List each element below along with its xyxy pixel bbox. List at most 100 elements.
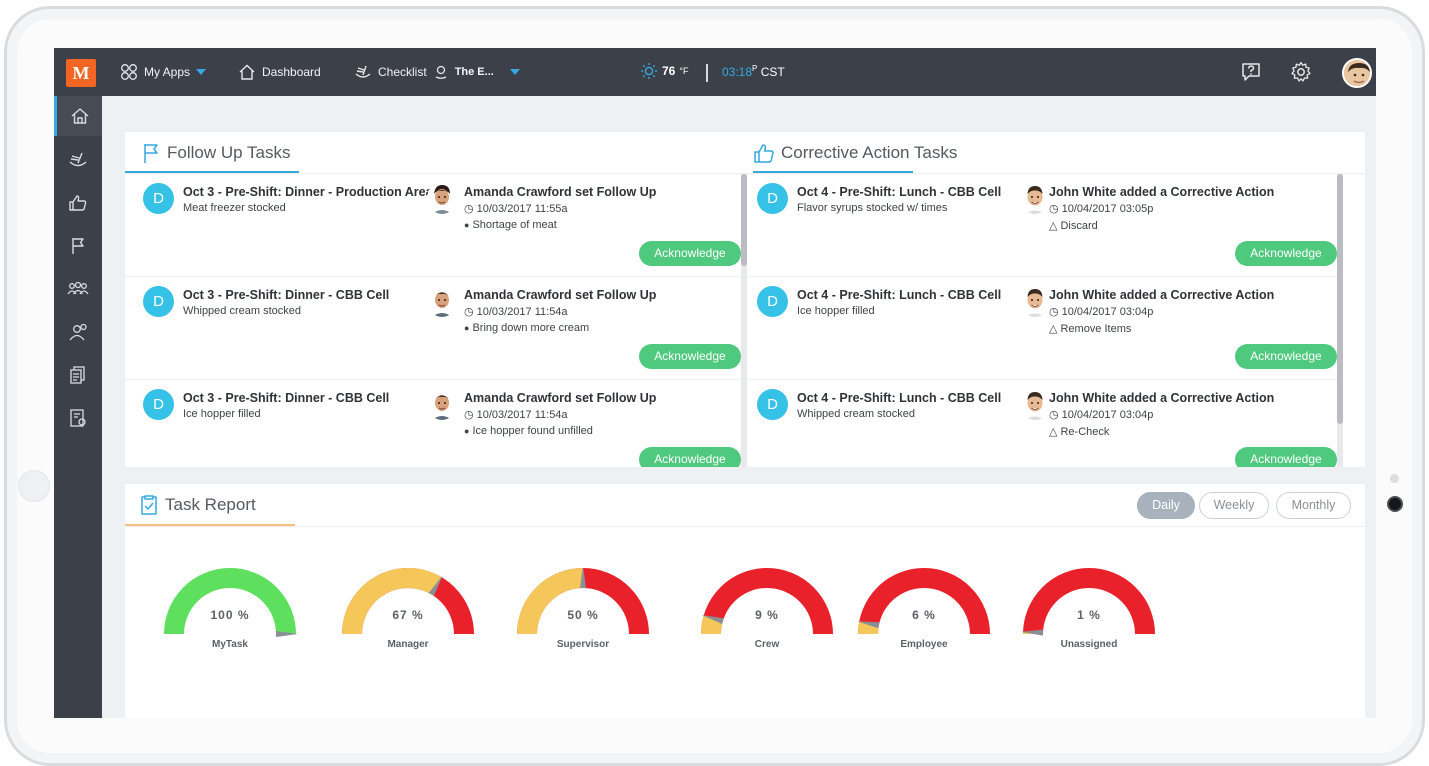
corrective-list[interactable]: D Oct 4 - Pre-Shift: Lunch - CBB Cell Fl… [739, 174, 1337, 467]
thumbs-up-icon: △ [1049, 322, 1057, 335]
period-daily-button[interactable]: Daily [1137, 492, 1195, 519]
sidebar-item-team[interactable] [54, 269, 102, 309]
gauge-manager: 67 % Manager [338, 568, 478, 678]
checklist-menu[interactable]: Checklist The E... [354, 48, 520, 96]
task-date-text: 10/04/2017 03:04p [1062, 306, 1154, 318]
period-monthly-button[interactable]: Monthly [1276, 492, 1351, 519]
acknowledge-button[interactable]: Acknowledge [1235, 344, 1337, 369]
clock: 03:18P CST [722, 64, 785, 79]
task-note: ●Shortage of meat [464, 219, 557, 231]
clock-icon: ◷ [1049, 202, 1059, 215]
gauge-chart [854, 568, 994, 638]
list-item: D Oct 3 - Pre-Shift: Dinner - Production… [125, 174, 741, 277]
task-action: Amanda Crawford set Follow Up [464, 288, 656, 302]
task-subtitle: Whipped cream stocked [183, 305, 301, 317]
user-face-icon [427, 182, 457, 214]
app-screen: M My Apps Dashboard Checklist [54, 48, 1376, 718]
gauge-percent: 50 % [513, 608, 653, 622]
temperature: 76 [662, 64, 675, 78]
chevron-down-icon [196, 69, 206, 75]
dashboard-label: Dashboard [262, 48, 321, 97]
dashboard-link[interactable]: Dashboard [238, 48, 321, 96]
sidebar [54, 96, 102, 718]
flag-icon [68, 236, 88, 256]
gauge-arc-remaining [711, 578, 823, 634]
sidebar-item-corrective[interactable] [54, 183, 102, 223]
sidebar-item-follow-up[interactable] [54, 226, 102, 266]
acknowledge-button[interactable]: Acknowledge [1235, 241, 1337, 266]
user-face-icon [1020, 285, 1050, 317]
gauge-label: Employee [854, 639, 994, 650]
my-apps-menu[interactable]: My Apps [120, 48, 206, 96]
clock-icon: ◷ [1049, 408, 1059, 421]
task-date-text: 10/03/2017 11:54a [477, 306, 568, 318]
report-icon [68, 408, 88, 428]
period-weekly-button[interactable]: Weekly [1199, 492, 1269, 519]
settings-icon[interactable] [1290, 61, 1312, 83]
acknowledge-button[interactable]: Acknowledge [639, 447, 741, 467]
task-title: Oct 3 - Pre-Shift: Dinner - CBB Cell [183, 288, 389, 302]
sidebar-item-home[interactable] [54, 96, 102, 136]
thumbs-up-icon [753, 142, 775, 164]
avatar: D [757, 286, 788, 317]
gauge-percent: 100 % [160, 608, 300, 622]
acknowledge-button[interactable]: Acknowledge [1235, 447, 1337, 467]
task-note: ●Ice hopper found unfilled [464, 425, 593, 437]
clipboard-check-icon [139, 494, 159, 516]
clock-timezone: CST [761, 65, 785, 79]
user-photo [427, 388, 457, 420]
avatar: D [757, 389, 788, 420]
clock-icon: ◷ [464, 305, 474, 318]
avatar: D [143, 183, 174, 214]
help-icon[interactable] [1240, 61, 1262, 83]
task-action: John White added a Corrective Action [1049, 391, 1274, 405]
list-item: D Oct 3 - Pre-Shift: Dinner - CBB Cell I… [125, 380, 741, 467]
scrollbar[interactable] [1337, 174, 1343, 467]
divider [706, 64, 708, 82]
clock-icon: ◷ [1049, 305, 1059, 318]
user-photo [1020, 388, 1050, 420]
gauge-chart [338, 568, 478, 638]
sidebar-item-report[interactable] [54, 398, 102, 438]
task-note-text: Discard [1060, 220, 1097, 232]
task-date-text: 10/03/2017 11:55a [477, 203, 568, 215]
app-logo[interactable]: M [66, 59, 96, 87]
avatar: D [143, 389, 174, 420]
top-bar: M My Apps Dashboard Checklist [54, 48, 1376, 96]
user-avatar[interactable] [1342, 58, 1372, 88]
location-pin-icon [433, 64, 449, 80]
thumbs-up-icon: △ [1049, 425, 1057, 438]
apps-icon [120, 63, 138, 81]
checklist-icon [68, 150, 88, 170]
list-item: D Oct 3 - Pre-Shift: Dinner - CBB Cell W… [125, 277, 741, 380]
task-date: ◷10/03/2017 11:55a [464, 202, 568, 215]
gauge-percent: 9 % [697, 608, 837, 622]
task-date: ◷10/03/2017 11:54a [464, 305, 568, 318]
gauge-chart [160, 568, 300, 638]
follow-up-list[interactable]: D Oct 3 - Pre-Shift: Dinner - Production… [125, 174, 749, 467]
gauge-employee: 6 % Employee [854, 568, 994, 678]
task-date-text: 10/04/2017 03:05p [1062, 203, 1154, 215]
gauge-arc-remaining [868, 578, 980, 634]
sidebar-item-checklist[interactable] [54, 140, 102, 180]
home-icon [238, 63, 256, 81]
list-item: D Oct 4 - Pre-Shift: Lunch - CBB Cell Fl… [739, 174, 1337, 277]
acknowledge-button[interactable]: Acknowledge [639, 241, 741, 266]
manager-icon [68, 322, 88, 342]
task-title: Oct 3 - Pre-Shift: Dinner - CBB Cell [183, 391, 389, 405]
documents-icon [68, 365, 88, 385]
gauge-label: Supervisor [513, 639, 653, 650]
task-title: Oct 4 - Pre-Shift: Lunch - CBB Cell [797, 391, 1001, 405]
gauge-unassigned: 1 % Unassigned [1019, 568, 1159, 678]
gauge-label: Unassigned [1019, 639, 1159, 650]
task-title: Oct 4 - Pre-Shift: Lunch - CBB Cell [797, 185, 1001, 199]
scrollbar-thumb[interactable] [1337, 174, 1343, 424]
sidebar-item-documents[interactable] [54, 355, 102, 395]
acknowledge-button[interactable]: Acknowledge [639, 344, 741, 369]
task-date-text: 10/04/2017 03:04p [1062, 409, 1154, 421]
chevron-down-icon [510, 69, 520, 75]
gauge-label: MyTask [160, 639, 300, 650]
weather-widget: 76°F [640, 62, 688, 80]
sidebar-item-manager[interactable] [54, 312, 102, 352]
user-photo [427, 285, 457, 317]
